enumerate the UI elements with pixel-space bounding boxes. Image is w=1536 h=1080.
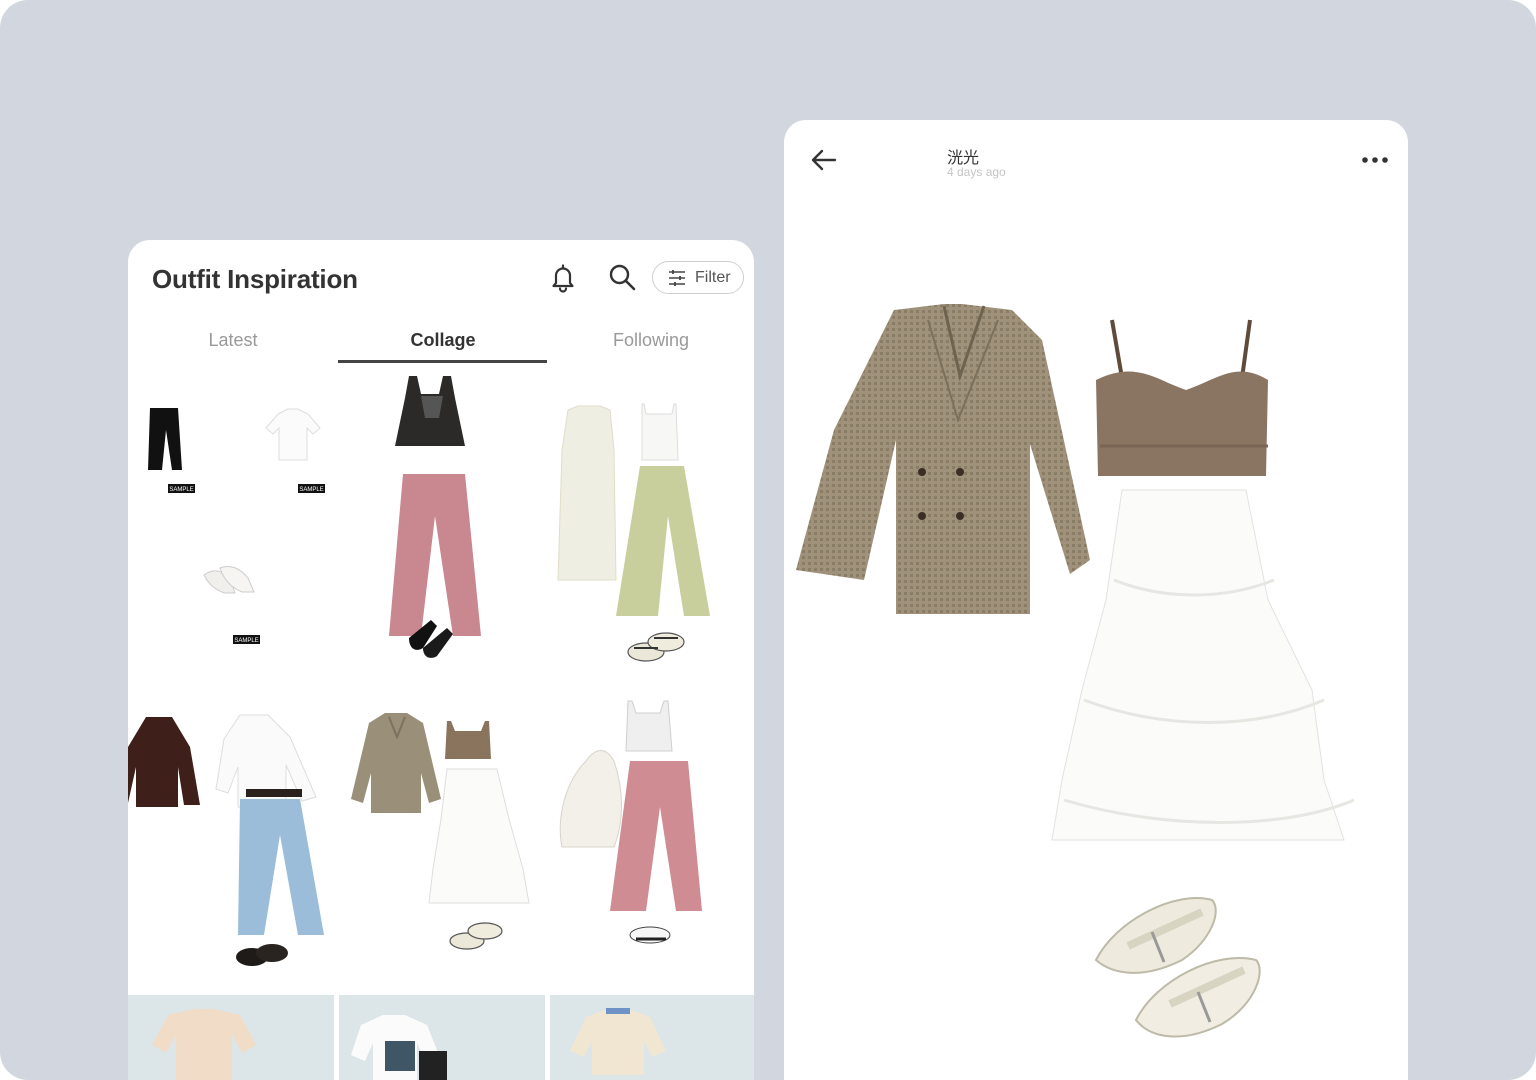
sample-tag: SAMPLE bbox=[299, 487, 323, 493]
sample-tag: SAMPLE bbox=[234, 638, 258, 644]
feed-tabs: Latest Collage Following bbox=[128, 320, 754, 364]
sneakers-image bbox=[629, 926, 671, 944]
collage-card[interactable] bbox=[339, 370, 545, 670]
outfit-collage bbox=[784, 280, 1408, 1060]
brown-bralette-image bbox=[1096, 319, 1268, 476]
tab-following[interactable]: Following bbox=[546, 330, 754, 351]
collage-card[interactable] bbox=[550, 370, 754, 670]
page-title: Outfit Inspiration bbox=[152, 264, 358, 294]
arrow-left-icon[interactable] bbox=[808, 144, 840, 176]
filter-label: Filter bbox=[695, 268, 731, 286]
more-horizontal-icon[interactable] bbox=[1358, 148, 1392, 172]
outfit-photo-card[interactable] bbox=[550, 995, 754, 1080]
search-icon[interactable] bbox=[606, 261, 638, 293]
outfit-photo-card[interactable] bbox=[339, 995, 545, 1080]
brown-bralette-image bbox=[445, 721, 491, 759]
tab-latest[interactable]: Latest bbox=[128, 330, 338, 351]
tiered-skirt-image bbox=[428, 768, 530, 904]
bell-icon[interactable] bbox=[547, 261, 579, 293]
post-timestamp: 4 days ago bbox=[947, 165, 1006, 179]
tote-bag-image bbox=[559, 750, 622, 848]
white-camisole-image bbox=[641, 403, 679, 461]
white-tee-image bbox=[265, 408, 321, 461]
tiered-skirt-image bbox=[1051, 489, 1355, 841]
sample-tag: SAMPLE bbox=[169, 487, 193, 493]
feed-header: Outfit Inspiration Filter bbox=[128, 240, 754, 320]
plaid-blazer-image bbox=[351, 713, 441, 813]
mary-jane-shoes-image bbox=[1094, 897, 1261, 1038]
knit-top-image bbox=[152, 1009, 256, 1080]
blue-jeans-image bbox=[238, 799, 324, 935]
lace-crop-top-image bbox=[625, 700, 673, 752]
post-detail-screen: 洸光 4 days ago bbox=[784, 120, 1408, 1080]
white-sneakers-image bbox=[203, 565, 255, 594]
mary-jane-shoes-image bbox=[627, 632, 685, 662]
collage-card[interactable] bbox=[128, 695, 334, 995]
plaid-blazer-image bbox=[796, 304, 1090, 614]
sage-pants-image bbox=[616, 466, 710, 616]
collage-card[interactable] bbox=[339, 695, 545, 995]
pink-pants-image bbox=[610, 761, 702, 911]
collage-card[interactable] bbox=[550, 695, 754, 995]
ringer-tee-image bbox=[570, 1009, 666, 1075]
feed-screen: Outfit Inspiration Filter Latest Collage… bbox=[128, 240, 754, 1080]
sliders-icon bbox=[669, 269, 685, 286]
belt-image bbox=[246, 789, 302, 797]
filter-button[interactable]: Filter bbox=[652, 261, 744, 294]
pink-pants-image bbox=[389, 474, 481, 636]
showcase-background: Outfit Inspiration Filter Latest Collage… bbox=[0, 0, 1536, 1080]
tote-bag-image bbox=[419, 1051, 447, 1080]
outfit-photo-card[interactable] bbox=[128, 995, 334, 1080]
black-pants-image bbox=[148, 408, 182, 470]
brown-cardigan-image bbox=[128, 717, 200, 807]
tab-collage[interactable]: Collage bbox=[338, 330, 548, 351]
black-top-image bbox=[395, 376, 465, 446]
active-tab-indicator bbox=[338, 360, 547, 363]
collage-card[interactable]: SAMPLE SAMPLE SAMPLE bbox=[128, 370, 334, 670]
mary-jane-shoes-image bbox=[449, 922, 503, 950]
cream-dress-image bbox=[557, 405, 617, 581]
loafers-image bbox=[236, 944, 288, 966]
